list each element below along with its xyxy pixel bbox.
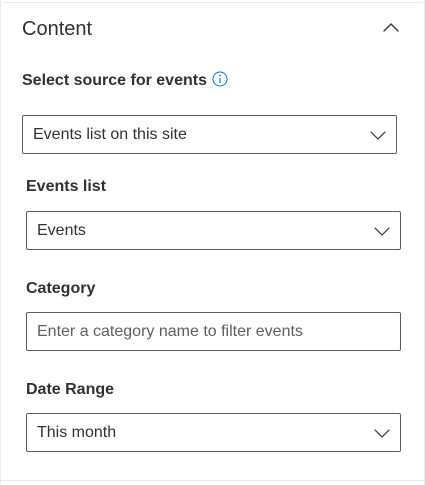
bottom-divider (1, 480, 424, 481)
collapse-toggle[interactable] (378, 14, 404, 40)
section-header[interactable]: Content (22, 14, 404, 44)
chevron-down-icon (374, 429, 390, 438)
property-pane-content-section: Content Select source for events Events … (0, 0, 425, 485)
category-label: Category (26, 280, 96, 297)
date-range-dropdown-value: This month (37, 424, 117, 441)
category-input[interactable] (26, 312, 401, 351)
chevron-down-icon (374, 227, 390, 236)
source-dropdown[interactable]: Events list on this site (22, 115, 397, 154)
section-title: Content (22, 18, 93, 40)
source-dropdown-value: Events list on this site (33, 126, 187, 143)
info-icon[interactable] (212, 71, 228, 87)
events-list-dropdown-value: Events (37, 222, 86, 239)
date-range-dropdown[interactable]: This month (26, 413, 401, 452)
chevron-up-icon (383, 23, 399, 32)
events-list-dropdown[interactable]: Events (26, 211, 401, 250)
date-range-label: Date Range (26, 381, 115, 398)
top-divider (3, 2, 422, 3)
chevron-down-icon (370, 131, 386, 140)
source-label: Select source for events (22, 70, 228, 92)
source-label-text: Select source for events (22, 72, 207, 89)
events-list-label: Events list (26, 178, 107, 195)
